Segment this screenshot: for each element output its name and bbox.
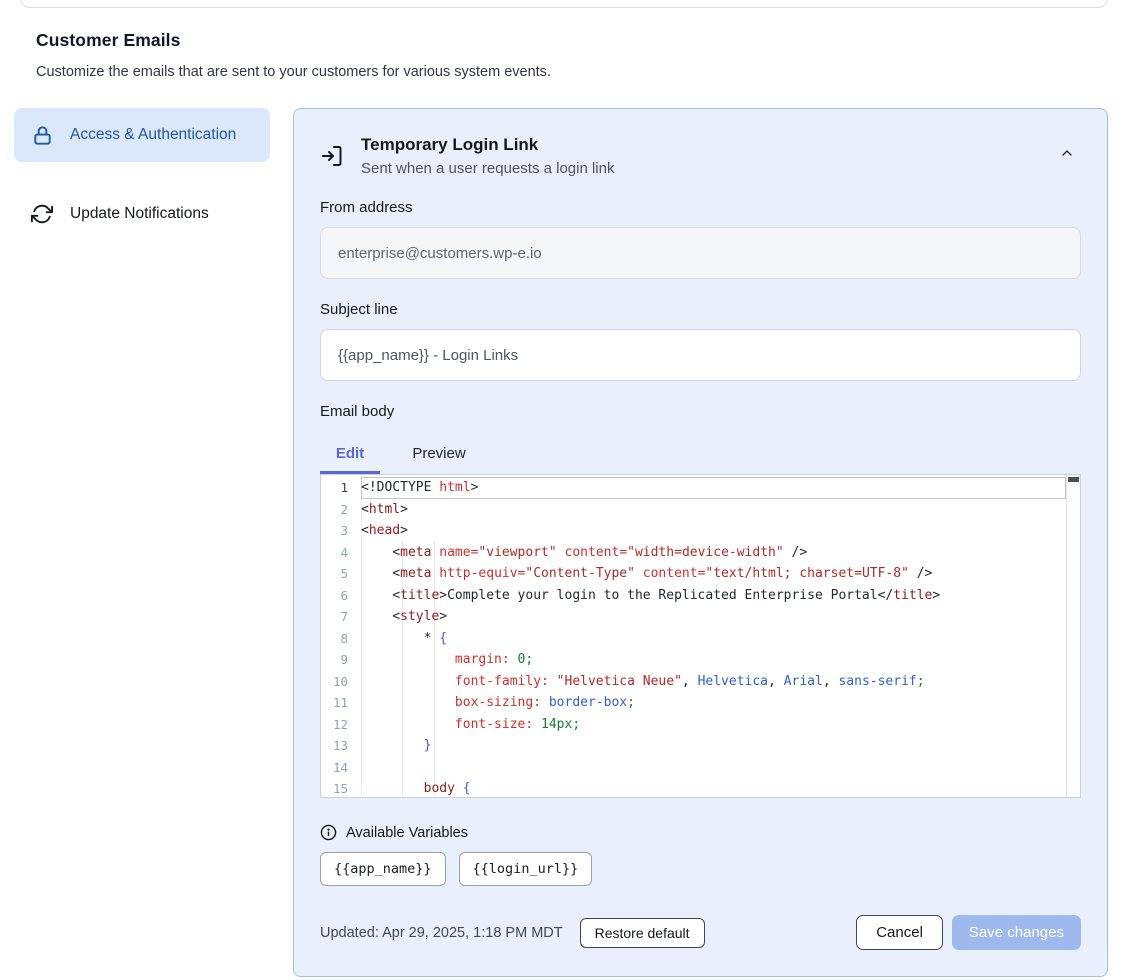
code-line[interactable]: 1<!DOCTYPE html> [321, 477, 1066, 499]
code-editor-lines: 1<!DOCTYPE html>2<html>3<head>4 <meta na… [321, 477, 1066, 798]
code-line[interactable]: 15 body { [321, 778, 1066, 798]
subject-line-input[interactable] [320, 329, 1081, 381]
from-address-label: From address [320, 199, 1081, 216]
code-line[interactable]: 6 <title>Complete your login to the Repl… [321, 585, 1066, 607]
tab-preview[interactable]: Preview [405, 435, 473, 474]
variable-chip[interactable]: {{login_url}} [459, 852, 593, 886]
sidebar-item-update-notifications[interactable]: Update Notifications [14, 187, 270, 241]
code-line[interactable]: 13 } [321, 735, 1066, 757]
code-line[interactable]: 2<html> [321, 499, 1066, 521]
subject-line-label: Subject line [320, 301, 1081, 318]
code-line[interactable]: 5 <meta http-equiv="Content-Type" conten… [321, 563, 1066, 585]
sidebar: Access & Authentication Update Notificat… [14, 108, 270, 241]
available-variables-label: Available Variables [346, 825, 468, 841]
email-settings-card: Temporary Login Link Sent when a user re… [293, 108, 1108, 977]
code-line[interactable]: 14 [321, 757, 1066, 779]
email-body-tabs: Edit Preview [320, 435, 1081, 474]
editor-scrollbar-thumb[interactable] [1068, 477, 1079, 482]
tab-edit[interactable]: Edit [320, 435, 380, 474]
card-footer: Updated: Apr 29, 2025, 1:18 PM MDT Resto… [320, 915, 1081, 950]
restore-default-button[interactable]: Restore default [580, 918, 705, 948]
sidebar-item-label: Update Notifications [70, 202, 209, 226]
card-title: Temporary Login Link [361, 135, 1036, 155]
email-body-label: Email body [320, 403, 1081, 420]
page-title: Customer Emails [36, 30, 1092, 51]
code-line[interactable]: 7 <style> [321, 606, 1066, 628]
info-icon [320, 824, 337, 841]
cancel-button[interactable]: Cancel [856, 915, 943, 950]
code-line[interactable]: 10 font-family: "Helvetica Neue", Helvet… [321, 671, 1066, 693]
sidebar-item-label: Access & Authentication [70, 123, 236, 147]
code-editor[interactable]: 1<!DOCTYPE html>2<html>3<head>4 <meta na… [320, 474, 1081, 798]
log-in-icon [320, 144, 344, 168]
page-header: Customer Emails Customize the emails tha… [0, 0, 1128, 80]
card-subtitle: Sent when a user requests a login link [361, 160, 1036, 177]
collapse-card-button[interactable] [1053, 139, 1081, 167]
code-line[interactable]: 11 box-sizing: border-box; [321, 692, 1066, 714]
code-line[interactable]: 4 <meta name="viewport" content="width=d… [321, 542, 1066, 564]
code-line[interactable]: 8 * { [321, 628, 1066, 650]
variable-chips: {{app_name}} {{login_url}} [320, 852, 1081, 886]
lock-icon [30, 123, 54, 147]
previous-card-bottom-edge [20, 0, 1108, 8]
save-changes-button[interactable]: Save changes [952, 915, 1081, 950]
page-subtitle: Customize the emails that are sent to yo… [36, 64, 1092, 80]
editor-scrollbar[interactable] [1066, 475, 1080, 797]
from-address-input[interactable] [320, 227, 1081, 279]
code-line[interactable]: 3<head> [321, 520, 1066, 542]
main-layout: Access & Authentication Update Notificat… [14, 108, 1108, 977]
code-line[interactable]: 12 font-size: 14px; [321, 714, 1066, 736]
chevron-up-icon [1059, 145, 1075, 161]
sidebar-item-access-authentication[interactable]: Access & Authentication [14, 108, 270, 162]
refresh-icon [30, 202, 54, 226]
variable-chip[interactable]: {{app_name}} [320, 852, 446, 886]
code-line[interactable]: 9 margin: 0; [321, 649, 1066, 671]
card-header: Temporary Login Link Sent when a user re… [320, 135, 1081, 177]
updated-timestamp: Updated: Apr 29, 2025, 1:18 PM MDT [320, 925, 563, 941]
